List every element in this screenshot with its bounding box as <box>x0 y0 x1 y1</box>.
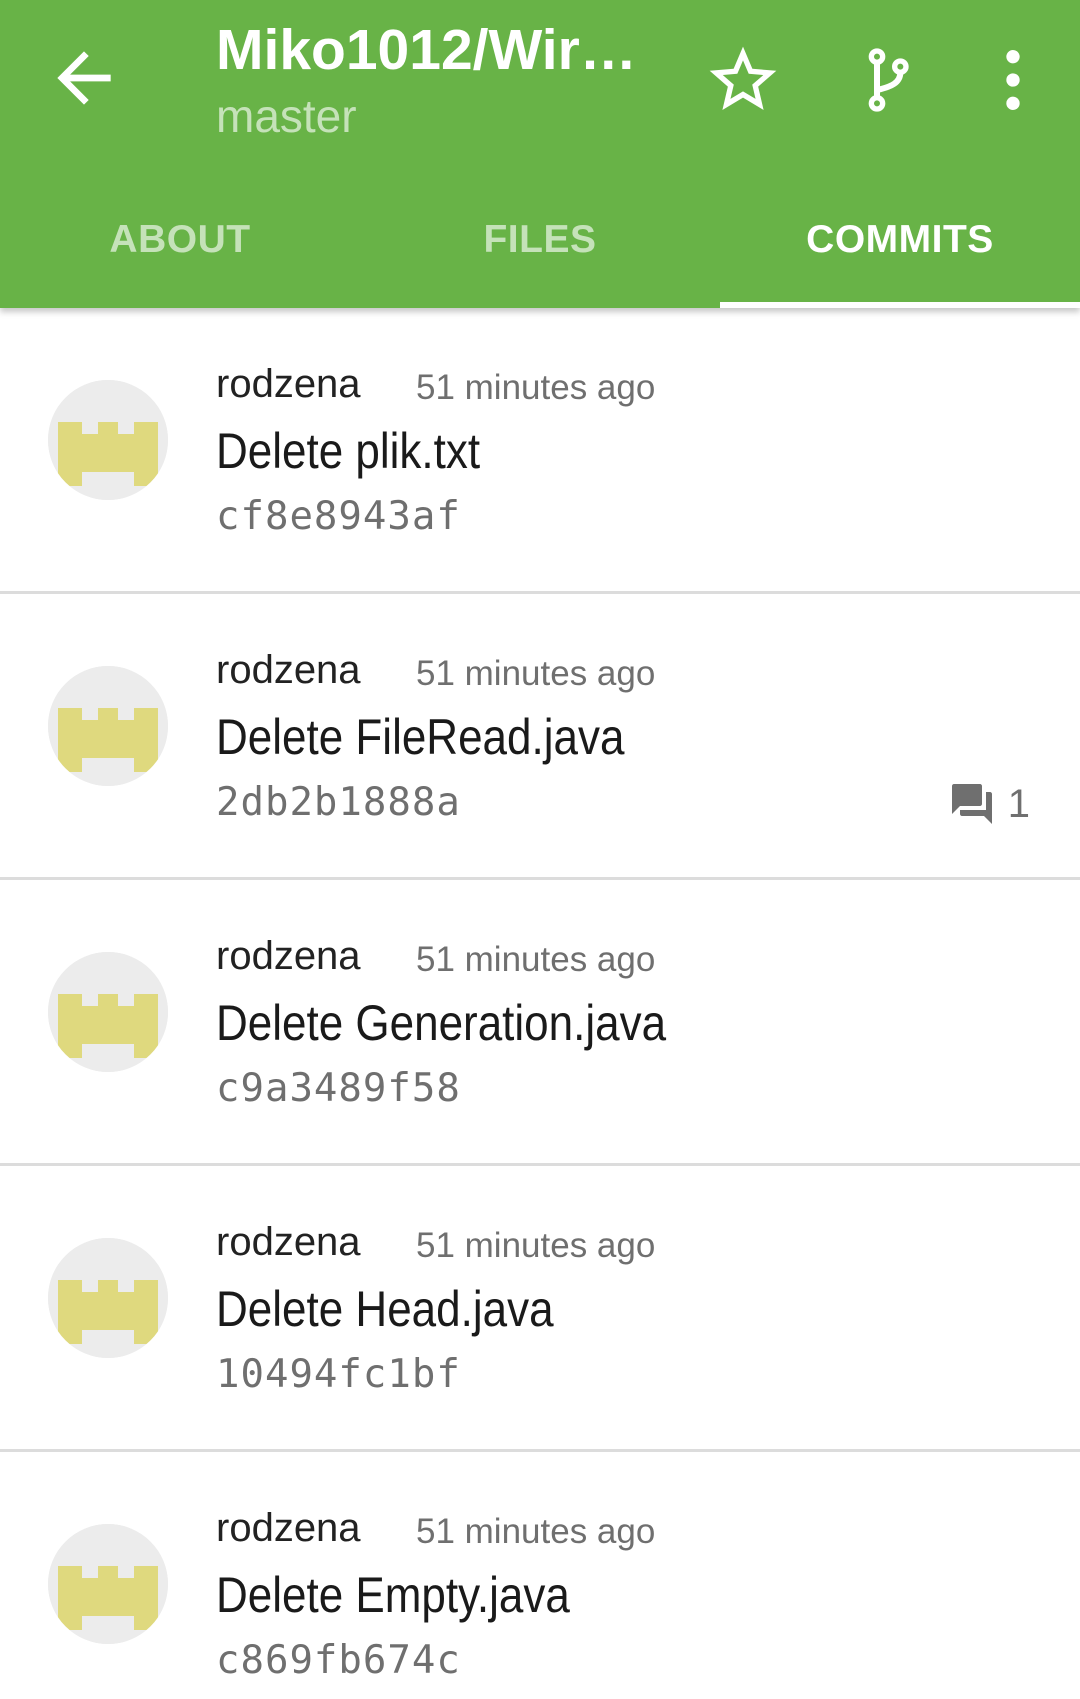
star-outline-icon <box>709 46 777 110</box>
back-button[interactable] <box>44 38 124 118</box>
commit-time: 51 minutes ago <box>416 1512 656 1551</box>
branch-name: master <box>216 90 357 142</box>
commit-message: Delete plik.txt <box>216 423 481 479</box>
commit-time: 51 minutes ago <box>416 368 656 407</box>
tab-commits[interactable]: COMMITS <box>720 200 1080 308</box>
more-options-button[interactable] <box>973 40 1053 120</box>
commit-row[interactable]: rodzena 51 minutes ago Delete plik.txt c… <box>0 308 1080 594</box>
commit-sha: cf8e8943af <box>216 494 461 539</box>
castle-identicon-icon <box>48 952 168 1072</box>
tab-bar: ABOUT FILES COMMITS <box>0 200 1080 308</box>
commit-sha: 10494fc1bf <box>216 1352 461 1397</box>
commit-list: rodzena 51 minutes ago Delete plik.txt c… <box>0 308 1080 1699</box>
commit-row[interactable]: rodzena 51 minutes ago Delete Empty.java… <box>0 1452 1080 1699</box>
avatar[interactable] <box>48 1524 168 1644</box>
commit-row[interactable]: rodzena 51 minutes ago Delete Generation… <box>0 880 1080 1166</box>
commit-time: 51 minutes ago <box>416 654 656 693</box>
commit-author: rodzena <box>216 1220 361 1264</box>
branch-button[interactable] <box>847 40 927 120</box>
repository-title: Miko1012/Wir… <box>216 18 637 82</box>
app-bar: Miko1012/Wir… master ABOUT FILES COMMITS <box>0 0 1080 308</box>
title-block: Miko1012/Wir… master <box>216 14 686 146</box>
comment-count: 1 <box>1007 782 1030 826</box>
more-vert-icon <box>1006 50 1020 110</box>
commit-message: Delete Generation.java <box>216 995 667 1051</box>
commit-time: 51 minutes ago <box>416 940 656 979</box>
forum-icon <box>951 784 992 824</box>
castle-identicon-icon <box>48 380 168 500</box>
avatar[interactable] <box>48 666 168 786</box>
arrow-back-icon <box>57 51 111 105</box>
commit-message: Delete Empty.java <box>216 1567 570 1623</box>
commit-time: 51 minutes ago <box>416 1226 656 1265</box>
commit-sha: c869fb674c <box>216 1638 461 1683</box>
commit-author: rodzena <box>216 934 361 978</box>
commit-author: rodzena <box>216 648 361 692</box>
avatar[interactable] <box>48 1238 168 1358</box>
commit-author: rodzena <box>216 362 361 406</box>
commit-message: Delete FileRead.java <box>216 709 625 765</box>
tab-files[interactable]: FILES <box>360 200 720 308</box>
avatar[interactable] <box>48 380 168 500</box>
commit-row[interactable]: rodzena 51 minutes ago Delete FileRead.j… <box>0 594 1080 880</box>
commit-author: rodzena <box>216 1506 361 1550</box>
castle-identicon-icon <box>48 1524 168 1644</box>
commit-sha: c9a3489f58 <box>216 1066 461 1111</box>
tab-about[interactable]: ABOUT <box>0 200 360 308</box>
commit-message: Delete Head.java <box>216 1281 554 1337</box>
castle-identicon-icon <box>48 1238 168 1358</box>
commit-sha: 2db2b1888a <box>216 780 461 825</box>
comment-indicator: 1 <box>948 780 1030 828</box>
git-branch-icon <box>868 48 909 112</box>
commit-row[interactable]: rodzena 51 minutes ago Delete Head.java … <box>0 1166 1080 1452</box>
castle-identicon-icon <box>48 666 168 786</box>
star-button[interactable] <box>703 40 783 120</box>
avatar[interactable] <box>48 952 168 1072</box>
